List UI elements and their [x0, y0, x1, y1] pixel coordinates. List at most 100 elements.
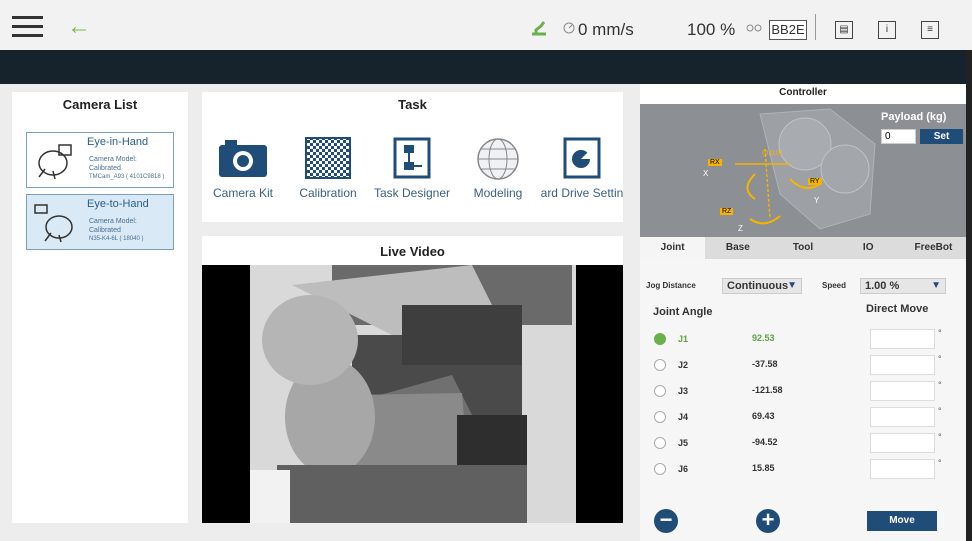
degree-unit: ° — [938, 380, 942, 390]
joint-name: J6 — [678, 464, 689, 474]
direct-move-input-j6[interactable] — [870, 459, 935, 479]
direct-move-input-j3[interactable] — [870, 381, 935, 401]
live-video-header: Live Video — [202, 236, 623, 266]
jog-minus-button[interactable]: − — [654, 509, 678, 533]
camera-info: Camera Model: Calibrated N35-K4-6L ( 180… — [89, 218, 144, 242]
joint-value: -94.52 — [752, 437, 778, 447]
task-task-designer[interactable]: Task Designer — [367, 137, 457, 200]
degree-unit: ° — [938, 406, 942, 416]
speed-percent: 100 % — [687, 20, 736, 39]
payload-set-button[interactable]: Set — [920, 129, 963, 144]
eye-to-hand-icon — [34, 204, 73, 243]
camera-icon — [219, 140, 267, 177]
status-bar — [0, 50, 972, 84]
jog-distance-label: Jog Distance — [646, 281, 696, 290]
jog-plus-button[interactable]: + — [756, 509, 780, 533]
joint-radio-j2[interactable] — [654, 359, 666, 371]
joint-value: 15.85 — [752, 463, 775, 473]
degree-unit: ° — [938, 458, 942, 468]
tab-io[interactable]: IO — [836, 237, 901, 259]
globe-icon — [477, 138, 519, 180]
window-edge — [966, 50, 972, 541]
joint-value: 69.43 — [752, 411, 775, 421]
speed-select[interactable]: 1.00 % ▼ — [860, 278, 946, 294]
chevron-down-icon: ▼ — [787, 280, 797, 291]
task-label: ard Drive Settin — [540, 186, 624, 200]
joint-value: -37.58 — [752, 359, 778, 369]
joint-angle-label: Joint Angle — [653, 306, 713, 318]
eye-in-hand-icon — [38, 144, 72, 180]
direct-move-input-j2[interactable] — [870, 355, 935, 375]
axis-label-z: Z — [738, 224, 743, 233]
camera-card-eye-to-hand[interactable]: Eye-to-Hand Camera Model: Calibrated N35… — [26, 194, 174, 250]
task-label: Calibration — [299, 186, 357, 200]
tab-joint[interactable]: Joint — [640, 237, 706, 259]
info-icon[interactable]: i — [878, 21, 896, 39]
joint-name: J2 — [678, 360, 689, 370]
robot-3d-view[interactable]: RX (0,0,0) RY RZ X Y Z Payload (kg) Set — [640, 104, 966, 237]
joint-name: J5 — [678, 438, 689, 448]
joint-name: J1 — [678, 334, 689, 344]
joint-radio-j3[interactable] — [654, 385, 666, 397]
axis-label-rz: RZ — [720, 208, 734, 215]
joint-row-j1: J1 92.53 ° — [640, 327, 966, 353]
camera-name: Eye-to-Hand — [87, 198, 149, 210]
camera-name: Eye-in-Hand — [87, 136, 149, 148]
axis-label-x: X — [703, 169, 709, 178]
speed-icon — [563, 22, 575, 34]
task-label: Task Designer — [373, 186, 451, 200]
direct-move-input-j1[interactable] — [870, 329, 935, 349]
direct-move-label: Direct Move — [866, 303, 929, 315]
joint-value: 92.53 — [752, 333, 775, 343]
tab-tool[interactable]: Tool — [770, 237, 835, 259]
joint-row-j2: J2 -37.58 ° — [640, 353, 966, 379]
speed-label: Speed — [822, 281, 847, 290]
axis-label-rx: RX — [708, 159, 722, 166]
task-drive-settings[interactable]: ard Drive Settin — [537, 137, 627, 200]
tab-freebot[interactable]: FreeBot — [901, 237, 966, 259]
joint-row-j6: J6 15.85 ° — [640, 457, 966, 483]
payload-input[interactable] — [881, 129, 916, 144]
camera-card-eye-in-hand[interactable]: Eye-in-Hand Camera Model: Calibrated TMC… — [26, 132, 174, 188]
joint-radio-j5[interactable] — [654, 437, 666, 449]
joint-row-j5: J5 -94.52 ° — [640, 431, 966, 457]
chevron-down-icon: ▼ — [931, 280, 941, 291]
axis-label-ry: RY — [808, 178, 822, 185]
drive-icon — [563, 137, 601, 179]
back-arrow-icon[interactable]: ← — [67, 13, 91, 41]
jog-distance-select[interactable]: Continuous ▼ — [722, 278, 802, 294]
display-icon[interactable]: ▤ — [835, 21, 853, 39]
live-video-title: Live Video — [380, 244, 445, 259]
direct-move-input-j5[interactable] — [870, 433, 935, 453]
joint-value: -121.58 — [752, 385, 783, 395]
checkerboard-icon — [305, 137, 351, 179]
top-bar: ← 0 mm/s 100 % BB2E ▤ i ≡ — [0, 0, 972, 50]
joint-row-j4: J4 69.43 ° — [640, 405, 966, 431]
joint-radio-j4[interactable] — [654, 411, 666, 423]
camera-list-title: Camera List — [62, 97, 138, 112]
tab-base[interactable]: Base — [705, 237, 770, 259]
joint-radio-j6[interactable] — [654, 463, 666, 475]
joint-radio-j1[interactable] — [654, 333, 666, 345]
depth-image — [250, 265, 576, 523]
payload-label: Payload (kg) — [881, 111, 947, 123]
camera-info: Camera Model: Calibrated TMCam_A93 ( 410… — [89, 156, 165, 180]
controller-tabs: Joint Base Tool IO FreeBot — [640, 237, 966, 259]
robot-id-badge[interactable]: BB2E — [769, 20, 807, 40]
hamburger-icon[interactable] — [12, 16, 43, 38]
joint-name: J3 — [678, 386, 689, 396]
task-modeling[interactable]: Modeling — [453, 137, 543, 200]
divider — [815, 14, 816, 40]
joint-control-panel: Jog Distance Continuous ▼ Speed 1.00 % ▼ J… — [640, 259, 966, 541]
robot-arm-graphic — [735, 108, 876, 230]
link-icon — [746, 24, 762, 32]
task-calibration[interactable]: Calibration — [283, 137, 373, 200]
move-button[interactable]: Move — [867, 511, 937, 531]
task-label: Modeling — [473, 186, 523, 200]
direct-move-input-j4[interactable] — [870, 407, 935, 427]
notes-icon[interactable]: ≡ — [921, 21, 939, 39]
controller-title: Controller — [640, 84, 966, 104]
task-label: Camera Kit — [212, 186, 274, 200]
task-camera-kit[interactable]: Camera Kit — [198, 137, 288, 200]
joint-name: J4 — [678, 412, 689, 422]
